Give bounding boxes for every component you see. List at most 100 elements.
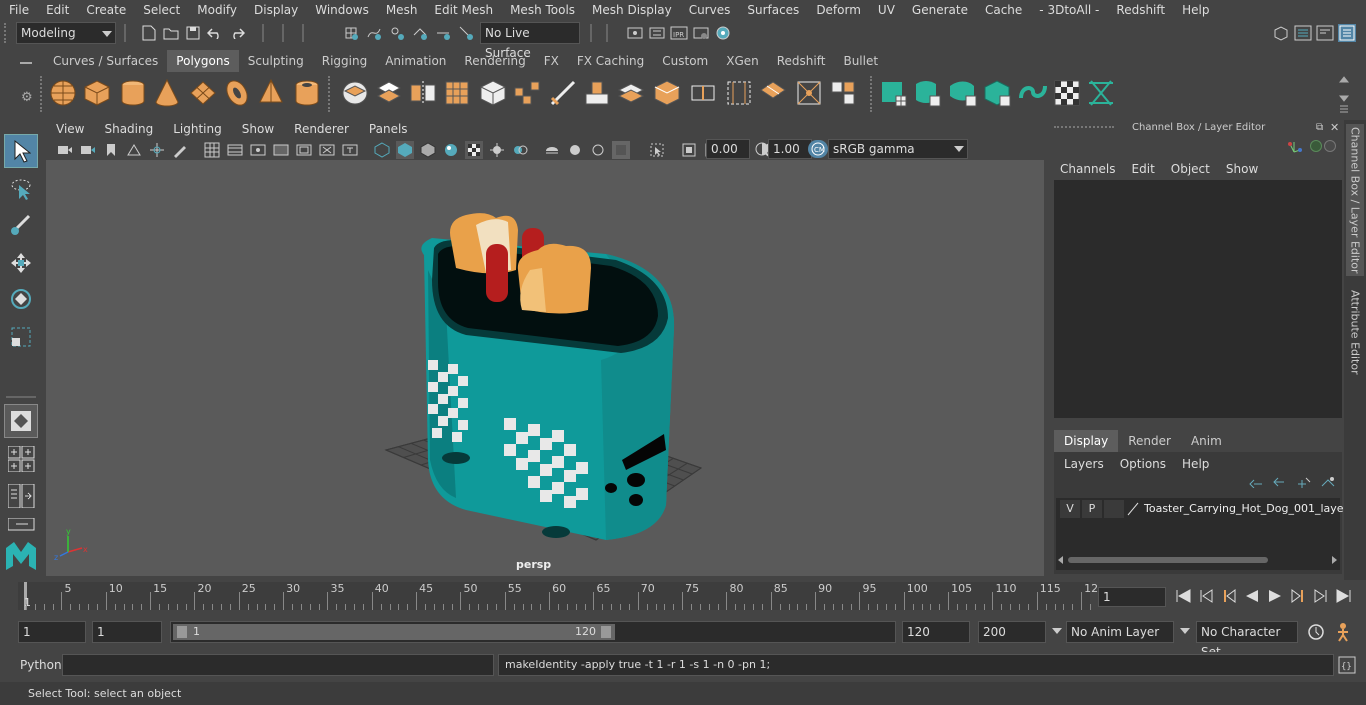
- scale-tool-icon[interactable]: [4, 320, 38, 354]
- shelf-tab-fx[interactable]: FX: [535, 50, 568, 72]
- step-forward-frame-icon[interactable]: [1289, 588, 1307, 607]
- menu-create[interactable]: Create: [77, 0, 134, 20]
- layer-tab-display[interactable]: Display: [1054, 430, 1119, 452]
- shelf-tab-custom[interactable]: Custom: [653, 50, 717, 72]
- outliner-layout-icon[interactable]: [7, 517, 36, 535]
- start-time-field[interactable]: 1: [18, 621, 86, 643]
- use-all-lights-icon[interactable]: [465, 141, 483, 159]
- menu-icon[interactable]: [20, 62, 32, 64]
- character-set-dropdown[interactable]: No Character Set: [1196, 621, 1298, 659]
- end-time-field[interactable]: 200: [978, 621, 1046, 643]
- chevron-right-icon[interactable]: [1332, 556, 1337, 564]
- shelf-tab-animation[interactable]: Animation: [376, 50, 455, 72]
- open-scene-icon[interactable]: [162, 24, 180, 42]
- motion-blur-icon[interactable]: [589, 141, 607, 159]
- channel-list[interactable]: [1054, 180, 1342, 418]
- step-forward-key-icon[interactable]: [1312, 588, 1330, 607]
- tab-attribute-editor[interactable]: Attribute Editor: [1346, 284, 1364, 380]
- remesh-icon[interactable]: [512, 78, 542, 108]
- bookmark-icon[interactable]: [102, 141, 120, 159]
- add-divisions-icon[interactable]: [758, 78, 788, 108]
- snap-live-icon[interactable]: [434, 24, 452, 42]
- ambient-occlusion-icon[interactable]: [511, 141, 529, 159]
- render-frame-icon[interactable]: [626, 24, 644, 42]
- poly-pipe-icon[interactable]: [292, 78, 322, 108]
- chevron-down-icon[interactable]: [1180, 628, 1190, 634]
- field-chart-icon[interactable]: [295, 141, 313, 159]
- undo-icon[interactable]: [206, 24, 224, 42]
- poly-cylinder-icon[interactable]: [118, 78, 148, 108]
- channel-menu-channels[interactable]: Channels: [1052, 160, 1124, 178]
- select-tool-icon[interactable]: [4, 134, 38, 168]
- snap-edge-icon[interactable]: [457, 24, 475, 42]
- script-editor-icon[interactable]: {}: [1338, 656, 1356, 677]
- uv-checker-icon[interactable]: [1052, 78, 1082, 108]
- range-start-grip[interactable]: [177, 626, 187, 638]
- menu-3dtoall[interactable]: - 3DtoAll -: [1030, 0, 1107, 20]
- menu-help[interactable]: Help: [1173, 0, 1217, 20]
- gamma-field[interactable]: 1.00: [768, 139, 812, 159]
- poly-torus-icon[interactable]: [222, 78, 252, 108]
- menu-mesh-display[interactable]: Mesh Display: [583, 0, 680, 20]
- isolate-icon[interactable]: [566, 141, 584, 159]
- combine-icon[interactable]: [340, 78, 370, 108]
- grid-icon[interactable]: [203, 141, 221, 159]
- anim-layer-dropdown[interactable]: No Anim Layer: [1066, 621, 1174, 643]
- tool-settings-icon[interactable]: [1316, 24, 1334, 42]
- exposure-field[interactable]: 0.00: [706, 139, 750, 159]
- gear-icon[interactable]: ⚙: [21, 90, 33, 105]
- safe-action-icon[interactable]: [318, 141, 336, 159]
- layer-row[interactable]: V P Toaster_Carrying_Hot_Dog_001_layer: [1058, 500, 1348, 520]
- shelf-grip[interactable]: [40, 76, 46, 112]
- target-weld-icon[interactable]: [794, 78, 824, 108]
- shelf-tab-xgen[interactable]: XGen: [717, 50, 768, 72]
- playback-start-field[interactable]: 1: [92, 621, 162, 643]
- menu-mesh-tools[interactable]: Mesh Tools: [501, 0, 583, 20]
- layer-tab-anim[interactable]: Anim: [1181, 430, 1232, 452]
- grease-pencil-icon[interactable]: [171, 141, 189, 159]
- new-scene-icon[interactable]: [140, 24, 158, 42]
- lasso-tool-icon[interactable]: [4, 172, 38, 206]
- menu-windows[interactable]: Windows: [306, 0, 377, 20]
- four-view-layout-icon[interactable]: [7, 445, 36, 475]
- poly-prism-icon[interactable]: [256, 78, 286, 108]
- xray-icon[interactable]: [543, 141, 561, 159]
- snap-grid-icon[interactable]: [342, 24, 360, 42]
- menu-cache[interactable]: Cache: [976, 0, 1030, 20]
- menu-edit-mesh[interactable]: Edit Mesh: [425, 0, 501, 20]
- script-language-label[interactable]: Python: [20, 652, 62, 678]
- new-empty-layer-icon[interactable]: [1296, 476, 1312, 491]
- range-slider[interactable]: 1 120: [170, 621, 896, 643]
- wireframe-icon[interactable]: [373, 141, 391, 159]
- smooth-shade-icon[interactable]: [396, 141, 414, 159]
- range-end-grip[interactable]: [601, 626, 611, 638]
- shelf-tab-fx-caching[interactable]: FX Caching: [568, 50, 653, 72]
- ipr-render-icon[interactable]: IPR: [670, 24, 688, 42]
- mirror-icon[interactable]: [408, 78, 438, 108]
- color-management-toggle-icon[interactable]: CM: [808, 140, 828, 158]
- move-tool-icon[interactable]: [4, 246, 38, 280]
- step-back-key-icon[interactable]: [1197, 588, 1215, 607]
- redo-icon[interactable]: [228, 24, 246, 42]
- menu-display[interactable]: Display: [245, 0, 306, 20]
- bridge-icon[interactable]: [652, 78, 682, 108]
- time-ruler[interactable]: 1 5 10 15 20 25 30 35 40 45 50 55 60 65 70 75 80 85 90 95 1…: [18, 582, 1098, 610]
- perspective-viewport[interactable]: x y z persp: [46, 160, 1044, 576]
- anti-aliasing-icon[interactable]: [612, 141, 630, 159]
- shelf-tab-curves-surfaces[interactable]: Curves / Surfaces: [44, 50, 167, 72]
- workspace-dropdown[interactable]: Modeling: [16, 22, 116, 44]
- chevron-down-icon[interactable]: [1052, 628, 1062, 634]
- shelf-tab-redshift[interactable]: Redshift: [768, 50, 835, 72]
- move-layer-up-icon[interactable]: [1248, 476, 1264, 491]
- color-space-dropdown[interactable]: sRGB gamma: [828, 139, 968, 159]
- grip-handle[interactable]: [4, 23, 12, 43]
- poly-cone-icon[interactable]: [152, 78, 182, 108]
- layer-menu-options[interactable]: Options: [1112, 454, 1174, 474]
- channel-menu-object[interactable]: Object: [1163, 160, 1218, 178]
- go-to-start-icon[interactable]: [1174, 588, 1192, 607]
- menu-redshift[interactable]: Redshift: [1107, 0, 1173, 20]
- menu-mesh[interactable]: Mesh: [377, 0, 426, 20]
- separate-icon[interactable]: [374, 78, 404, 108]
- layer-color-icon[interactable]: [1126, 501, 1140, 520]
- channel-menu-edit[interactable]: Edit: [1124, 160, 1163, 178]
